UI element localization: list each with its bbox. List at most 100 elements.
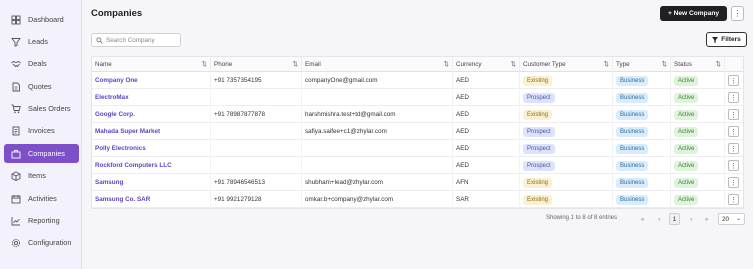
sidebar-item-companies[interactable]: Companies bbox=[4, 144, 79, 163]
column-header-type[interactable]: Type ⇅ bbox=[613, 57, 671, 72]
calendar-icon bbox=[11, 194, 21, 204]
sidebar-item-sales-orders[interactable]: Sales Orders bbox=[4, 99, 79, 118]
status-cell: Active bbox=[671, 157, 725, 174]
cell-email: omkar.b+company@zhylar.com bbox=[302, 191, 453, 208]
table-row[interactable]: Mahada Super Market safiya.saifee+c1@zhyl… bbox=[92, 123, 743, 140]
column-header-name[interactable]: Name ⇅ bbox=[92, 57, 211, 72]
row-menu-button[interactable]: ⋮ bbox=[728, 109, 739, 120]
status-cell: Active bbox=[671, 89, 725, 106]
search-box[interactable] bbox=[91, 33, 181, 47]
column-header-currency[interactable]: Currency ⇅ bbox=[453, 57, 520, 72]
pagination-info: Showing 1 to 8 of 8 entries bbox=[546, 215, 618, 221]
type-cell: Business bbox=[613, 174, 671, 191]
table-row[interactable]: Polly Electronics AED Prospect Business Acti… bbox=[92, 140, 743, 157]
page-size-select[interactable]: 20 ⌄ bbox=[718, 213, 745, 225]
table-row[interactable]: Google Corp. +91 78987877878 harshmishra.t… bbox=[92, 106, 743, 123]
cell-phone: +91 78946546513 bbox=[211, 174, 302, 191]
customer-type-badge: Existing bbox=[523, 75, 553, 86]
handshake-icon bbox=[11, 59, 21, 69]
table-row[interactable]: ElectroMax AED Prospect Business Active ⋮ bbox=[92, 89, 743, 106]
type-badge: Business bbox=[616, 160, 649, 171]
sidebar-item-reporting[interactable]: Reporting bbox=[4, 211, 79, 230]
row-menu-button[interactable]: ⋮ bbox=[728, 92, 739, 103]
column-label: Type bbox=[616, 61, 630, 68]
main-content: Companies + New Company ⋮ Filters Name ⇅ … bbox=[83, 0, 753, 269]
cell-currency: AED bbox=[453, 157, 520, 174]
table-row[interactable]: Samsung +91 78946546513 shubham+lead@zhyla… bbox=[92, 174, 743, 191]
customer-type-cell: Prospect bbox=[520, 140, 613, 157]
cell-currency: AED bbox=[453, 89, 520, 106]
sort-icon[interactable]: ⇅ bbox=[511, 60, 517, 68]
cell-name[interactable]: Rockford Computers LLC bbox=[92, 157, 211, 174]
sort-icon[interactable]: ⇅ bbox=[444, 60, 450, 68]
table-row[interactable]: Samsung Co. SAR +91 9921279128 omkar.b+com… bbox=[92, 191, 743, 208]
sidebar-item-label: Leads bbox=[28, 37, 48, 46]
sidebar-item-invoices[interactable]: Invoices bbox=[4, 121, 79, 140]
column-label: Email bbox=[305, 61, 321, 68]
sort-asc-icon[interactable]: ⇅ bbox=[202, 60, 208, 68]
page-title: Companies bbox=[91, 8, 143, 19]
type-cell: Business bbox=[613, 106, 671, 123]
invoice-icon bbox=[11, 126, 21, 136]
sort-icon[interactable]: ⇅ bbox=[662, 60, 668, 68]
sidebar-item-leads[interactable]: Leads bbox=[4, 32, 79, 51]
cell-name[interactable]: Samsung bbox=[92, 174, 211, 191]
sidebar-item-label: Dashboard bbox=[28, 15, 64, 24]
status-badge: Active bbox=[674, 143, 699, 154]
row-menu-button[interactable]: ⋮ bbox=[728, 194, 739, 205]
sidebar-item-label: Reporting bbox=[28, 216, 60, 225]
sort-icon[interactable]: ⇅ bbox=[604, 60, 610, 68]
customer-type-cell: Existing bbox=[520, 191, 613, 208]
companies-table: Name ⇅ Phone ⇅ Email ⇅ Currency ⇅ Customer T… bbox=[91, 56, 744, 209]
sidebar-item-dashboard[interactable]: Dashboard bbox=[4, 10, 79, 29]
filters-button[interactable]: Filters bbox=[706, 32, 747, 47]
status-cell: Active bbox=[671, 72, 725, 89]
status-badge: Active bbox=[674, 109, 699, 120]
first-page-button[interactable]: « bbox=[637, 213, 648, 225]
cell-name[interactable]: Mahada Super Market bbox=[92, 123, 211, 140]
sidebar-item-items[interactable]: Items bbox=[4, 166, 79, 185]
cell-name[interactable]: ElectroMax bbox=[92, 89, 211, 106]
cell-name[interactable]: Company One bbox=[92, 72, 211, 89]
page-1-button[interactable]: 1 bbox=[669, 213, 680, 225]
cell-name[interactable]: Samsung Co. SAR bbox=[92, 191, 211, 208]
cell-name[interactable]: Google Corp. bbox=[92, 106, 211, 123]
row-menu-button[interactable]: ⋮ bbox=[728, 177, 739, 188]
column-header-email[interactable]: Email ⇅ bbox=[302, 57, 453, 72]
row-menu-button[interactable]: ⋮ bbox=[728, 126, 739, 137]
sidebar-item-configuration[interactable]: Configuration bbox=[4, 233, 79, 252]
sidebar-item-label: Quotes bbox=[28, 82, 52, 91]
cell-email bbox=[302, 157, 453, 174]
sort-icon[interactable]: ⇅ bbox=[293, 60, 299, 68]
table-row[interactable]: Rockford Computers LLC AED Prospect Busines… bbox=[92, 157, 743, 174]
search-input[interactable] bbox=[106, 36, 180, 44]
customer-type-cell: Prospect bbox=[520, 123, 613, 140]
sidebar-item-activities[interactable]: Activities bbox=[4, 189, 79, 208]
new-company-button[interactable]: + New Company bbox=[660, 6, 727, 21]
cell-name[interactable]: Polly Electronics bbox=[92, 140, 211, 157]
last-page-button[interactable]: » bbox=[701, 213, 712, 225]
column-label: Phone bbox=[214, 61, 233, 68]
customer-type-cell: Existing bbox=[520, 72, 613, 89]
cell-phone bbox=[211, 157, 302, 174]
column-header-customer-type[interactable]: Customer Type ⇅ bbox=[520, 57, 613, 72]
row-actions-cell: ⋮ bbox=[725, 72, 744, 89]
column-header-phone[interactable]: Phone ⇅ bbox=[211, 57, 302, 72]
more-options-button[interactable]: ⋮ bbox=[731, 6, 744, 21]
sidebar-item-quotes[interactable]: Quotes bbox=[4, 77, 79, 96]
type-cell: Business bbox=[613, 157, 671, 174]
cell-currency: AFN bbox=[453, 174, 520, 191]
table-row[interactable]: Company One +91 7357354195 companyOne@gmai… bbox=[92, 72, 743, 89]
type-cell: Business bbox=[613, 140, 671, 157]
type-badge: Business bbox=[616, 194, 649, 205]
sidebar-item-deals[interactable]: Deals bbox=[4, 54, 79, 73]
prev-page-button[interactable]: ‹ bbox=[654, 213, 665, 225]
next-page-button[interactable]: › bbox=[686, 213, 697, 225]
customer-type-badge: Existing bbox=[523, 194, 553, 205]
column-header-status[interactable]: Status ⇅ bbox=[671, 57, 725, 72]
row-menu-button[interactable]: ⋮ bbox=[728, 160, 739, 171]
chart-icon bbox=[11, 216, 21, 226]
sort-icon[interactable]: ⇅ bbox=[716, 60, 722, 68]
row-menu-button[interactable]: ⋮ bbox=[728, 143, 739, 154]
row-menu-button[interactable]: ⋮ bbox=[728, 75, 739, 86]
